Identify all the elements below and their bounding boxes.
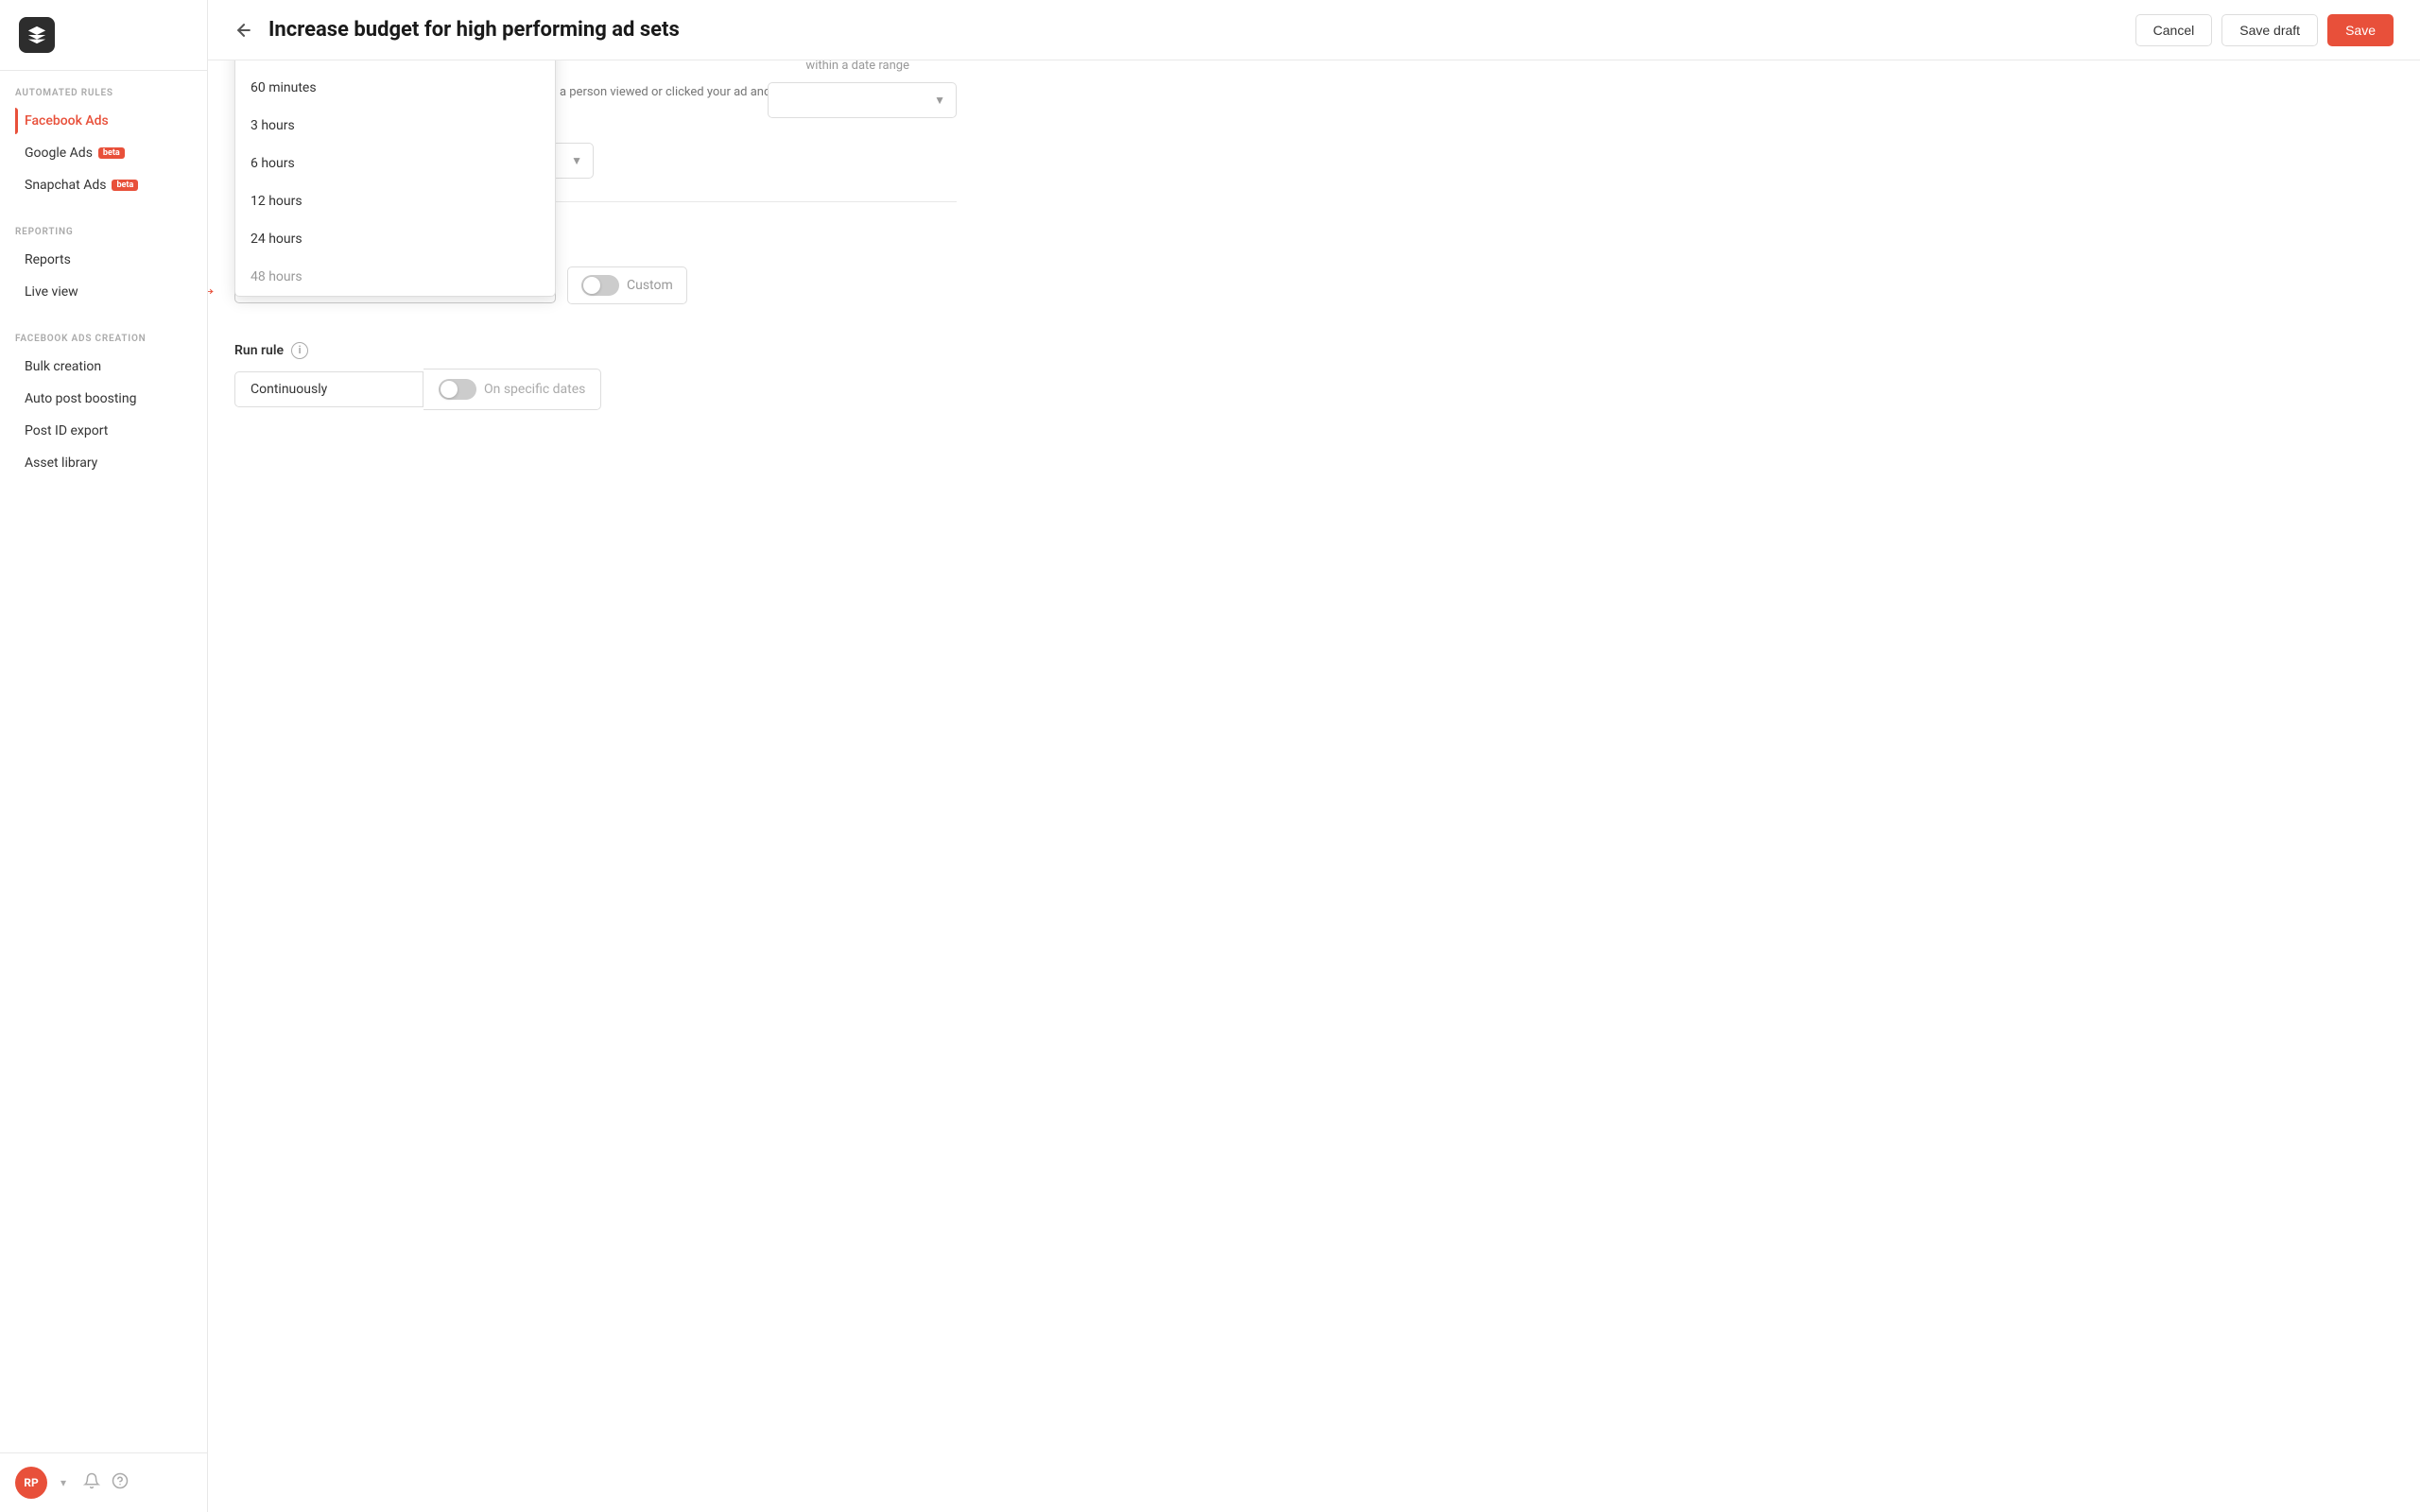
sidebar-section-facebook-creation: FACEBOOK ADS CREATION Bulk creation Auto… bbox=[0, 317, 207, 488]
sidebar-logo bbox=[0, 0, 207, 71]
sidebar: AUTOMATED RULES Facebook Ads Google Ads … bbox=[0, 0, 208, 1512]
custom-toggle-wrapper: Custom bbox=[567, 266, 687, 304]
sidebar-item-label-live-view: Live view bbox=[25, 284, 78, 300]
run-rule-info-icon[interactable]: i bbox=[291, 342, 308, 359]
content: An attribution window is the number of d… bbox=[208, 60, 2420, 1512]
run-rule-row: Continuously On specific dates bbox=[234, 369, 957, 410]
chevron-down-icon[interactable]: ▾ bbox=[60, 1476, 66, 1489]
custom-label: Custom bbox=[627, 278, 673, 293]
sidebar-section-automated-rules: AUTOMATED RULES Facebook Ads Google Ads … bbox=[0, 71, 207, 210]
frequency-option-60min[interactable]: 60 minutes bbox=[235, 69, 555, 107]
date-range-wrapper: ▼ bbox=[768, 82, 957, 118]
sidebar-bottom: RP ▾ bbox=[0, 1452, 207, 1512]
sidebar-item-asset-library[interactable]: Asset library bbox=[15, 448, 192, 478]
frequency-option-3h[interactable]: 3 hours bbox=[235, 107, 555, 145]
run-rule-value: Continuously bbox=[234, 371, 424, 407]
within-date-range-text: within a date range bbox=[805, 60, 909, 73]
sidebar-item-label-snapchat-ads: Snapchat Ads bbox=[25, 178, 106, 193]
help-icon[interactable] bbox=[112, 1472, 129, 1493]
frequency-option-24h[interactable]: 24 hours bbox=[235, 220, 555, 258]
frequency-option-48h[interactable]: 48 hours bbox=[235, 258, 555, 296]
frequency-area: 15 minutes 30 minutes 60 minutes 3 hours… bbox=[234, 266, 957, 304]
run-rule-section: Run rule i Continuously On specific date… bbox=[234, 342, 957, 410]
sidebar-item-label-bulk-creation: Bulk creation bbox=[25, 359, 101, 374]
app-logo-icon bbox=[19, 17, 55, 53]
snapchat-ads-badge: beta bbox=[112, 180, 138, 191]
header: Increase budget for high performing ad s… bbox=[208, 0, 2420, 60]
sidebar-item-label-reports: Reports bbox=[25, 252, 71, 267]
sidebar-item-label-google-ads: Google Ads bbox=[25, 146, 93, 161]
back-button[interactable] bbox=[234, 21, 253, 40]
run-rule-toggle[interactable] bbox=[439, 379, 476, 400]
sidebar-section-label-facebook-creation: FACEBOOK ADS CREATION bbox=[15, 334, 192, 344]
frequency-dropdown-list[interactable]: 15 minutes 30 minutes 60 minutes 3 hours… bbox=[234, 60, 556, 297]
main: Increase budget for high performing ad s… bbox=[208, 0, 2420, 1512]
date-range-select[interactable] bbox=[768, 82, 957, 118]
sidebar-item-label-asset-library: Asset library bbox=[25, 455, 97, 471]
custom-toggle-slider bbox=[581, 275, 619, 296]
frequency-option-12h[interactable]: 12 hours bbox=[235, 182, 555, 220]
sidebar-item-label-auto-post-boosting: Auto post boosting bbox=[25, 391, 136, 406]
arrow-indicator: → bbox=[208, 276, 217, 301]
frequency-option-30min[interactable]: 30 minutes bbox=[235, 60, 555, 69]
on-specific-dates-label: On specific dates bbox=[484, 382, 585, 397]
sidebar-item-post-id-export[interactable]: Post ID export bbox=[15, 416, 192, 446]
sidebar-section-label-reporting: REPORTING bbox=[15, 227, 192, 237]
sidebar-item-facebook-ads[interactable]: Facebook Ads bbox=[15, 106, 192, 136]
frequency-option-6h[interactable]: 6 hours bbox=[235, 145, 555, 182]
date-range-select-wrapper: ▼ bbox=[768, 82, 957, 118]
sidebar-item-bulk-creation[interactable]: Bulk creation bbox=[15, 352, 192, 382]
sidebar-item-label-post-id-export: Post ID export bbox=[25, 423, 108, 438]
logo-svg bbox=[26, 25, 47, 45]
save-draft-button[interactable]: Save draft bbox=[2221, 14, 2318, 46]
avatar[interactable]: RP bbox=[15, 1467, 47, 1499]
sidebar-item-reports[interactable]: Reports bbox=[15, 245, 192, 275]
run-rule-toggle-wrapper: On specific dates bbox=[424, 369, 601, 410]
sidebar-item-snapchat-ads[interactable]: Snapchat Ads beta bbox=[15, 170, 192, 200]
google-ads-badge: beta bbox=[98, 147, 125, 159]
content-inner: An attribution window is the number of d… bbox=[208, 60, 983, 448]
sidebar-section-reporting: REPORTING Reports Live view bbox=[0, 210, 207, 317]
cancel-button[interactable]: Cancel bbox=[2135, 14, 2213, 46]
bell-icon[interactable] bbox=[83, 1472, 100, 1493]
save-button[interactable]: Save bbox=[2327, 14, 2394, 46]
run-rule-label: Run rule bbox=[234, 343, 284, 358]
sidebar-item-auto-post-boosting[interactable]: Auto post boosting bbox=[15, 384, 192, 414]
page-title: Increase budget for high performing ad s… bbox=[268, 18, 2120, 42]
sidebar-item-live-view[interactable]: Live view bbox=[15, 277, 192, 307]
custom-toggle[interactable] bbox=[581, 275, 619, 296]
header-actions: Cancel Save draft Save bbox=[2135, 14, 2394, 46]
run-rule-header: Run rule i bbox=[234, 342, 957, 359]
sidebar-section-label-automated-rules: AUTOMATED RULES bbox=[15, 88, 192, 98]
run-rule-toggle-slider bbox=[439, 379, 476, 400]
sidebar-item-google-ads[interactable]: Google Ads beta bbox=[15, 138, 192, 168]
frequency-section: 15 minutes 30 minutes 60 minutes 3 hours… bbox=[234, 266, 957, 410]
sidebar-bottom-icons bbox=[83, 1472, 129, 1493]
sidebar-item-label-facebook-ads: Facebook Ads bbox=[25, 113, 109, 129]
